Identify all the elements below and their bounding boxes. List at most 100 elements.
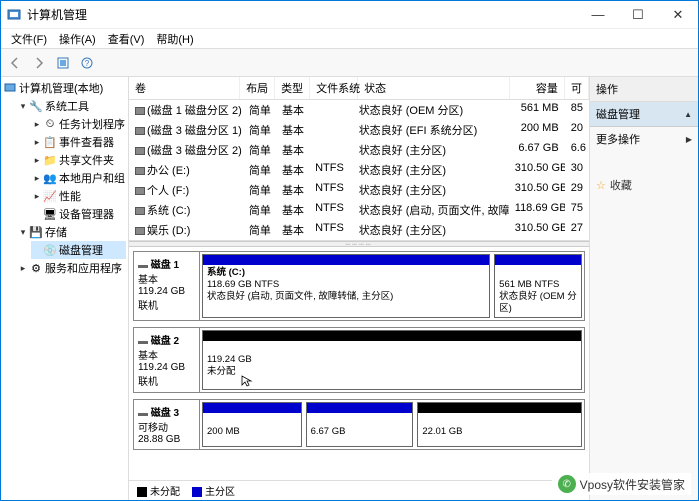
refresh-icon[interactable] bbox=[53, 53, 73, 73]
forward-icon[interactable] bbox=[29, 53, 49, 73]
help-icon[interactable]: ? bbox=[77, 53, 97, 73]
col-filesystem[interactable]: 文件系统 bbox=[310, 77, 358, 99]
expand-icon: ▲ bbox=[684, 110, 692, 119]
partition[interactable]: 系统 (C:) 118.69 GB NTFS 状态良好 (启动, 页面文件, 故… bbox=[202, 254, 490, 318]
tree-label: 计算机管理(本地) bbox=[19, 80, 103, 96]
services-icon: ⚙ bbox=[29, 261, 43, 275]
col-status[interactable]: 状态 bbox=[358, 77, 510, 99]
maximize-button[interactable]: ☐ bbox=[618, 1, 658, 28]
star-icon: ☆ bbox=[596, 180, 606, 192]
window-controls: — ☐ ✕ bbox=[578, 1, 698, 28]
app-icon bbox=[7, 7, 23, 23]
col-layout[interactable]: 布局 bbox=[240, 77, 275, 99]
tree-label: 本地用户和组 bbox=[59, 170, 125, 186]
tools-icon: 🔧 bbox=[29, 99, 43, 113]
back-icon[interactable] bbox=[5, 53, 25, 73]
tree-services[interactable]: ▸⚙服务和应用程序 bbox=[17, 259, 126, 277]
partition[interactable]: 561 MB NTFS 状态良好 (OEM 分区) bbox=[494, 254, 582, 318]
event-icon: 📋 bbox=[43, 135, 57, 149]
tree-tasksched[interactable]: ▸⏲任务计划程序 bbox=[31, 115, 126, 133]
menu-view[interactable]: 查看(V) bbox=[102, 29, 151, 49]
table-row[interactable]: 个人 (F:)简单基本NTFS状态良好 (主分区)310.50 GB29 bbox=[129, 180, 589, 200]
tree-label: 存储 bbox=[45, 224, 67, 240]
partition-header bbox=[307, 403, 413, 413]
action-label: 磁盘管理 bbox=[596, 106, 640, 122]
tree-perf[interactable]: ▸📈性能 bbox=[31, 187, 126, 205]
tree-label: 设备管理器 bbox=[59, 206, 114, 222]
table-row[interactable]: (磁盘 3 磁盘分区 1)简单基本状态良好 (EFI 系统分区)200 MB20 bbox=[129, 120, 589, 140]
col-free[interactable]: 可 bbox=[565, 77, 589, 99]
actions-panel: 操作 磁盘管理 ▲ 更多操作 ▶ ☆收藏 bbox=[590, 77, 698, 500]
partition-header bbox=[203, 255, 489, 265]
tree-systools[interactable]: ▾🔧系统工具 bbox=[17, 97, 126, 115]
table-row[interactable]: 娱乐 (D:)简单基本NTFS状态良好 (主分区)310.50 GB27 bbox=[129, 220, 589, 240]
disk-size: 119.24 GB bbox=[138, 362, 195, 373]
disk-status: 联机 bbox=[138, 297, 195, 312]
action-more[interactable]: 更多操作 ▶ bbox=[590, 127, 698, 151]
partition[interactable]: 6.67 GB bbox=[306, 402, 414, 447]
legend-swatch-unallocated bbox=[137, 487, 147, 497]
tree-devmgr[interactable]: 🖥设备管理器 bbox=[31, 205, 126, 223]
tree-root[interactable]: 计算机管理(本地) bbox=[3, 79, 126, 97]
partition-size: 6.67 GB bbox=[311, 426, 346, 437]
tree-label: 任务计划程序 bbox=[59, 116, 125, 132]
disk-type: 可移动 bbox=[138, 419, 195, 434]
svg-text:?: ? bbox=[85, 59, 90, 68]
partition-unallocated[interactable]: 119.24 GB 未分配 bbox=[202, 330, 582, 390]
partition-status: 状态良好 (OEM 分区) bbox=[499, 291, 577, 314]
col-type[interactable]: 类型 bbox=[275, 77, 310, 99]
partition[interactable]: 200 MB bbox=[202, 402, 302, 447]
actions-header: 操作 bbox=[590, 77, 698, 102]
close-button[interactable]: ✕ bbox=[658, 1, 698, 28]
tree-localusers[interactable]: ▸👥本地用户和组 bbox=[31, 169, 126, 187]
minimize-button[interactable]: — bbox=[578, 1, 618, 28]
watermark-text: Vposy软件安装管家 bbox=[580, 476, 685, 493]
table-header: 卷 布局 类型 文件系统 状态 容量 可 bbox=[129, 77, 589, 100]
table-row[interactable]: (磁盘 1 磁盘分区 2)简单基本状态良好 (OEM 分区)561 MB85 bbox=[129, 100, 589, 120]
disk-row[interactable]: ▬ 磁盘 1 基本 119.24 GB 联机 系统 (C:) 118.69 GB… bbox=[133, 251, 585, 321]
disk-row[interactable]: ▬ 磁盘 2 基本 119.24 GB 联机 119.24 GB 未分配 bbox=[133, 327, 585, 393]
storage-icon: 💾 bbox=[29, 225, 43, 239]
disk-label: ▬ 磁盘 2 基本 119.24 GB 联机 bbox=[134, 328, 200, 392]
table-row[interactable]: (磁盘 3 磁盘分区 2)简单基本状态良好 (主分区)6.67 GB6.6 bbox=[129, 140, 589, 160]
menu-file[interactable]: 文件(F) bbox=[5, 29, 53, 49]
tree-eventvwr[interactable]: ▸📋事件查看器 bbox=[31, 133, 126, 151]
menu-action[interactable]: 操作(A) bbox=[53, 29, 102, 49]
tree-shared[interactable]: ▸📁共享文件夹 bbox=[31, 151, 126, 169]
partition[interactable]: 22.01 GB bbox=[417, 402, 582, 447]
disk-size: 119.24 GB bbox=[138, 286, 195, 297]
table-row[interactable]: 系统 (C:)简单基本NTFS状态良好 (启动, 页面文件, 故障转储, 主分区… bbox=[129, 200, 589, 220]
toolbar: ? bbox=[1, 49, 698, 77]
nav-tree[interactable]: 计算机管理(本地) ▾🔧系统工具 ▸⏲任务计划程序 ▸📋事件查看器 ▸📁共享文件… bbox=[1, 77, 129, 500]
menu-help[interactable]: 帮助(H) bbox=[150, 29, 199, 49]
disk-name: 磁盘 3 bbox=[151, 408, 179, 419]
col-capacity[interactable]: 容量 bbox=[510, 77, 565, 99]
col-volume[interactable]: 卷 bbox=[129, 77, 240, 99]
clock-icon: ⏲ bbox=[43, 117, 57, 131]
share-icon: 📁 bbox=[43, 153, 57, 167]
partition-size: 118.69 GB NTFS bbox=[207, 279, 279, 290]
volume-table[interactable]: 卷 布局 类型 文件系统 状态 容量 可 (磁盘 1 磁盘分区 2)简单基本状态… bbox=[129, 77, 589, 241]
legend: 未分配 主分区 bbox=[129, 480, 589, 500]
table-row[interactable]: 办公 (E:)简单基本NTFS状态良好 (主分区)310.50 GB30 bbox=[129, 160, 589, 180]
action-label: 更多操作 bbox=[596, 131, 640, 147]
favorite[interactable]: ☆收藏 bbox=[590, 171, 698, 199]
app-window: 计算机管理 — ☐ ✕ 文件(F) 操作(A) 查看(V) 帮助(H) ? 计算… bbox=[0, 0, 699, 501]
legend-label: 主分区 bbox=[205, 487, 235, 498]
disk-name: 磁盘 1 bbox=[151, 260, 179, 271]
action-diskmgmt[interactable]: 磁盘管理 ▲ bbox=[590, 102, 698, 127]
disk-graphical-view[interactable]: ▬ 磁盘 1 基本 119.24 GB 联机 系统 (C:) 118.69 GB… bbox=[129, 247, 589, 480]
tree-label: 服务和应用程序 bbox=[45, 260, 122, 276]
partition-title: 系统 (C:) bbox=[207, 267, 245, 278]
menu-bar: 文件(F) 操作(A) 查看(V) 帮助(H) bbox=[1, 29, 698, 49]
disk-label: ▬ 磁盘 3 可移动 28.88 GB bbox=[134, 400, 200, 449]
tree-label: 性能 bbox=[59, 188, 81, 204]
perf-icon: 📈 bbox=[43, 189, 57, 203]
tree-storage[interactable]: ▾💾存储 bbox=[17, 223, 126, 241]
disk-row[interactable]: ▬ 磁盘 3 可移动 28.88 GB 200 MB 6.67 GB bbox=[133, 399, 585, 450]
table-body: (磁盘 1 磁盘分区 2)简单基本状态良好 (OEM 分区)561 MB85(磁… bbox=[129, 100, 589, 240]
tree-diskmgmt[interactable]: 💿磁盘管理 bbox=[31, 241, 126, 259]
tree-label: 事件查看器 bbox=[59, 134, 114, 150]
wechat-icon: ✆ bbox=[558, 475, 576, 493]
partition-size: 200 MB bbox=[207, 426, 240, 437]
